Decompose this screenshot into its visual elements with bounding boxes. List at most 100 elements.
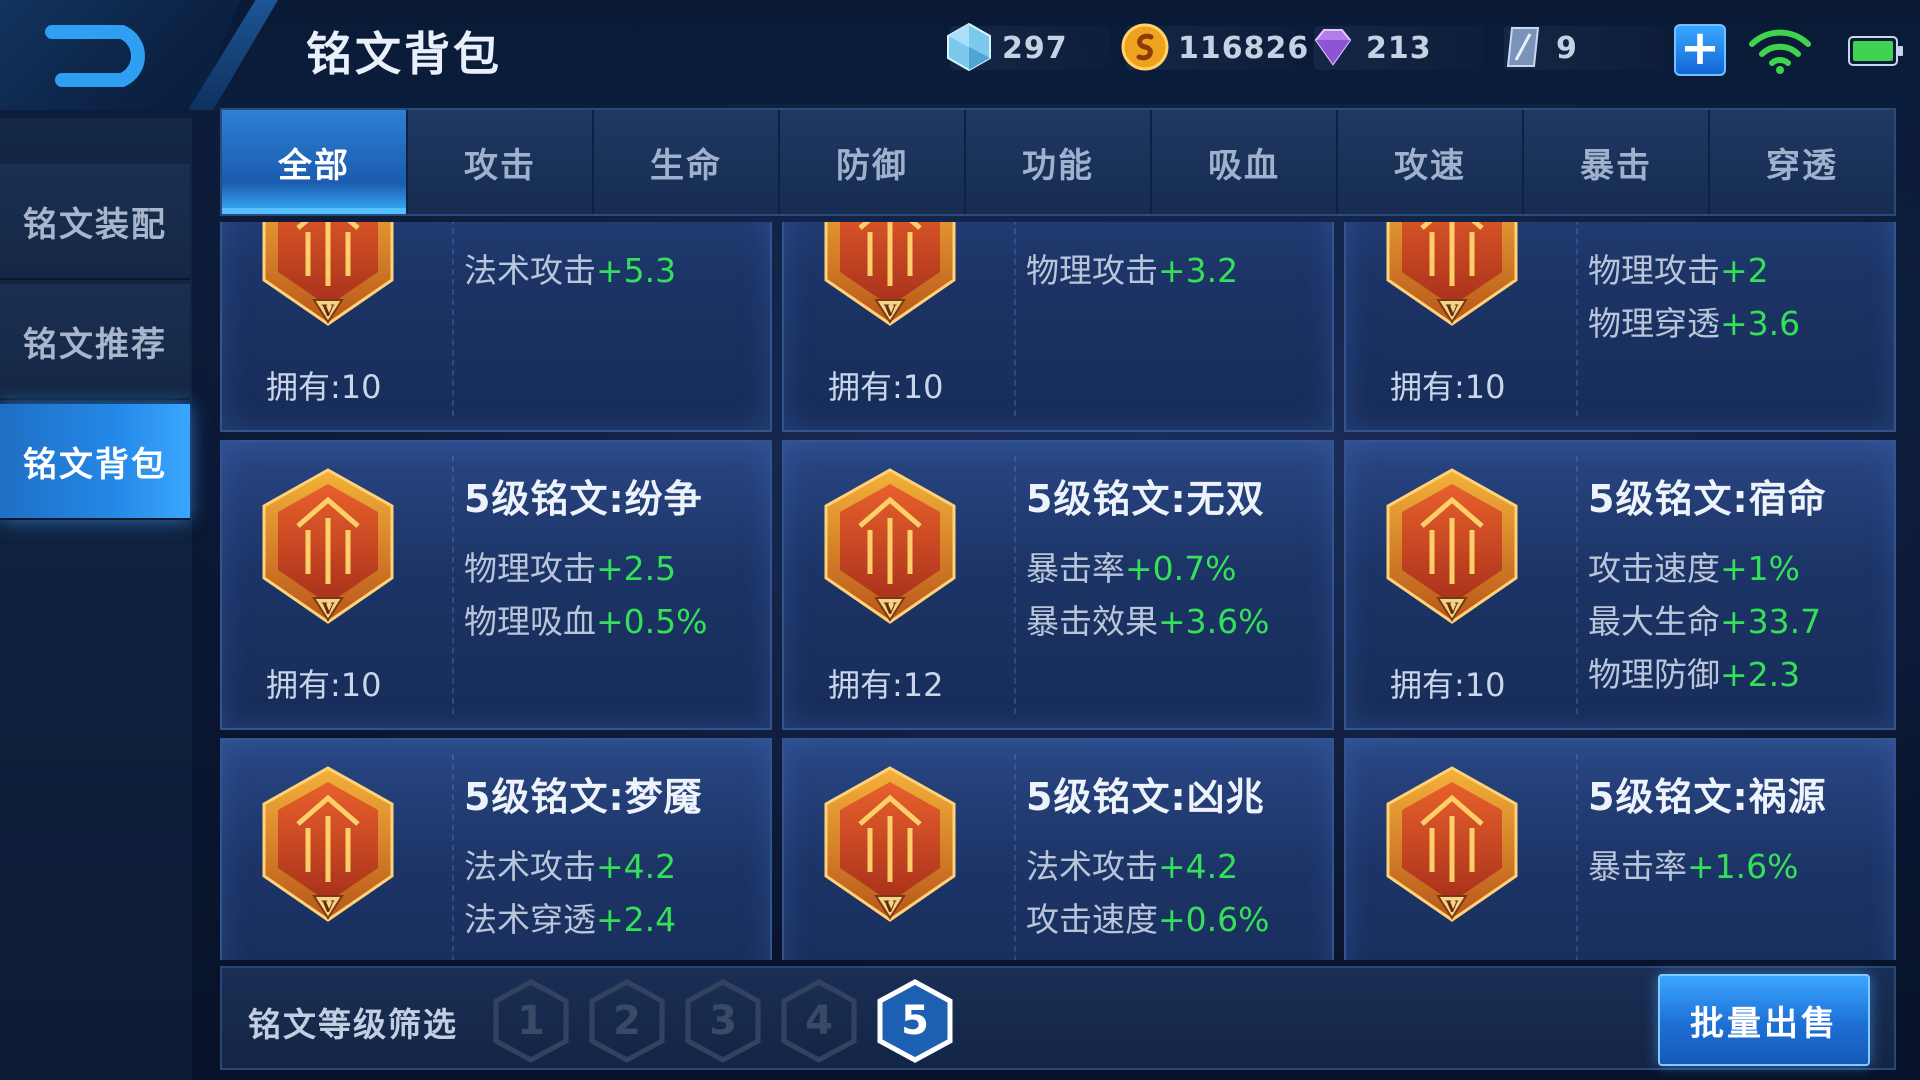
stat-label: 攻击速度 xyxy=(1588,549,1720,588)
tab-critical[interactable]: 暴击 xyxy=(1524,110,1710,214)
stat-row: 物理攻击+2.5 xyxy=(464,542,708,595)
tab-health[interactable]: 生命 xyxy=(594,110,780,214)
card-divider xyxy=(1576,754,1578,960)
card-divider xyxy=(1576,222,1578,416)
tab-all[interactable]: 全部 xyxy=(222,110,408,214)
inscription-card[interactable]: V 拥有:10 法术攻击+5.3 xyxy=(220,222,772,432)
level-filter-2[interactable]: 2 xyxy=(586,978,668,1064)
svg-text:V: V xyxy=(321,897,335,916)
tab-attack-speed[interactable]: 攻速 xyxy=(1338,110,1524,214)
inscription-card[interactable]: V 拥有:10 物理攻击+3.2 xyxy=(782,222,1334,432)
stat-label: 物理攻击 xyxy=(464,549,596,588)
inscription-stats: 法术攻击+4.2 攻击速度+0.6% xyxy=(1026,840,1270,946)
batch-sell-button[interactable]: 批量出售 xyxy=(1658,974,1870,1066)
currency-diamond: 213 xyxy=(1314,26,1484,70)
inscription-card[interactable]: V 拥有:10 5级铭文:梦魇法术攻击+4.2法术穿透+2.4 xyxy=(220,738,772,960)
tab-attack[interactable]: 攻击 xyxy=(408,110,594,214)
add-currency-button[interactable]: + xyxy=(1674,24,1726,76)
gold-count: 116826 xyxy=(1178,30,1310,66)
tab-function[interactable]: 功能 xyxy=(966,110,1152,214)
stat-row: 法术攻击+5.3 xyxy=(464,244,676,297)
stat-label: 物理穿透 xyxy=(1588,304,1720,343)
level-filter-3[interactable]: 3 xyxy=(682,978,764,1064)
stat-row: 物理攻击+3.2 xyxy=(1026,244,1238,297)
sidebar-item-bag[interactable]: 铭文背包 xyxy=(0,404,190,520)
inscription-card[interactable]: V 拥有:12 5级铭文:无双暴击率+0.7% 暴击效果+3.6% xyxy=(782,440,1334,730)
inscription-stats: 法术攻击+4.2 法术穿透+2.4 xyxy=(464,840,676,946)
inscription-stats: 物理攻击+2 物理穿透+3.6 xyxy=(1588,244,1800,350)
top-bar: 铭文背包 297 116826 213 9 + xyxy=(0,0,1920,110)
feather-token-icon xyxy=(1506,27,1540,67)
stat-label: 法术穿透 xyxy=(464,900,596,939)
card-divider xyxy=(1576,456,1578,714)
inscription-gem-icon: V xyxy=(1382,466,1522,628)
owned-count: 拥有:10 xyxy=(1390,368,1506,406)
currency-gold: 116826 xyxy=(1121,23,1308,71)
inscription-card[interactable]: V 拥有:22 5级铭文:祸源暴击率+1.6% xyxy=(1344,738,1896,960)
token-count: 9 xyxy=(1556,30,1578,66)
inscription-card[interactable]: V 拥有:10 5级铭文:宿命 攻击速度+1% 最大生命+33.7 物理防御+2.3 xyxy=(1344,440,1896,730)
stat-value: +3.6 xyxy=(1720,304,1801,343)
stat-value: +0.6% xyxy=(1158,900,1270,939)
svg-text:V: V xyxy=(321,599,335,618)
inscription-name: 5级铭文:无双 xyxy=(1026,477,1265,521)
owned-count: 拥有:10 xyxy=(1390,666,1506,704)
level-filter-label: 3 xyxy=(709,998,737,1044)
wifi-icon xyxy=(1749,29,1811,74)
svg-text:V: V xyxy=(1445,301,1459,320)
stat-label: 暴击效果 xyxy=(1026,602,1158,641)
owned-count: 拥有:12 xyxy=(828,666,944,704)
stat-value: +1% xyxy=(1720,549,1801,588)
tab-lifesteal[interactable]: 吸血 xyxy=(1152,110,1338,214)
level-filter-label: 铭文等级筛选 xyxy=(248,1005,458,1044)
category-tabs: 全部 攻击 生命 防御 功能 吸血 攻速 暴击 穿透 xyxy=(220,108,1896,216)
card-divider xyxy=(452,222,454,416)
stat-row: 物理穿透+3.6 xyxy=(1588,297,1800,350)
crystal-count: 297 xyxy=(1002,30,1068,66)
sidebar-item-recommend[interactable]: 铭文推荐 xyxy=(0,284,190,400)
card-divider xyxy=(1014,754,1016,960)
level-filter-label: 1 xyxy=(517,998,545,1044)
svg-text:V: V xyxy=(1445,599,1459,618)
plus-icon: + xyxy=(1679,20,1721,76)
stat-label: 物理攻击 xyxy=(1588,251,1720,290)
inscription-stats: 暴击率+0.7% 暴击效果+3.6% xyxy=(1026,542,1270,648)
crystal-icon xyxy=(947,22,991,72)
stat-row: 最大生命+33.7 xyxy=(1588,595,1821,648)
stat-value: +1.6% xyxy=(1687,847,1799,886)
stat-label: 暴击率 xyxy=(1588,847,1687,886)
inscription-name: 5级铭文:梦魇 xyxy=(464,775,703,819)
svg-text:V: V xyxy=(321,301,335,320)
sidebar: 铭文装配 铭文推荐 铭文背包 xyxy=(0,118,192,1080)
tab-penetration[interactable]: 穿透 xyxy=(1710,110,1894,214)
level-filter-1[interactable]: 1 xyxy=(490,978,572,1064)
inscription-name: 5级铭文:凶兆 xyxy=(1026,775,1265,819)
owned-count: 拥有:10 xyxy=(266,958,382,960)
stat-value: +2.4 xyxy=(596,900,677,939)
stat-value: +2.5 xyxy=(596,549,677,588)
bottom-bar: 铭文等级筛选 1 2 3 4 5 批量出售 xyxy=(220,966,1896,1070)
owned-count: 拥有:10 xyxy=(828,958,944,960)
inscription-card[interactable]: V 拥有:10 物理攻击+2 物理穿透+3.6 xyxy=(1344,222,1896,432)
inscription-stats: 暴击率+1.6% xyxy=(1588,840,1799,893)
stat-row: 攻击速度+1% xyxy=(1588,542,1821,595)
inscription-gem-icon: V xyxy=(258,764,398,926)
tab-defense[interactable]: 防御 xyxy=(780,110,966,214)
inscription-list[interactable]: V 拥有:10 法术攻击+5.3 V 拥有:10 物理攻击+3.2 V 拥有:10 物… xyxy=(220,222,1896,960)
card-divider xyxy=(452,754,454,960)
stat-value: +3.2 xyxy=(1158,251,1239,290)
svg-text:V: V xyxy=(883,599,897,618)
stat-label: 攻击速度 xyxy=(1026,900,1158,939)
inscription-name: 5级铭文:祸源 xyxy=(1588,775,1827,819)
battery-icon xyxy=(1848,36,1903,66)
inscription-card[interactable]: V 拥有:10 5级铭文:纷争 物理攻击+2.5 物理吸血+0.5% xyxy=(220,440,772,730)
level-filter-4[interactable]: 4 xyxy=(778,978,860,1064)
stat-row: 攻击速度+0.6% xyxy=(1026,893,1270,946)
stat-label: 法术攻击 xyxy=(464,847,596,886)
level-filter-5[interactable]: 5 xyxy=(874,978,956,1064)
inscription-stats: 攻击速度+1% 最大生命+33.7 物理防御+2.3 xyxy=(1588,542,1821,701)
inscription-card[interactable]: V 拥有:105级铭文:凶兆法术攻击+4.2攻击速度+0.6% xyxy=(782,738,1334,960)
sidebar-item-equip[interactable]: 铭文装配 xyxy=(0,164,190,280)
stat-value: +0.5% xyxy=(596,602,708,641)
currency-crystal: 297 xyxy=(947,22,1110,72)
